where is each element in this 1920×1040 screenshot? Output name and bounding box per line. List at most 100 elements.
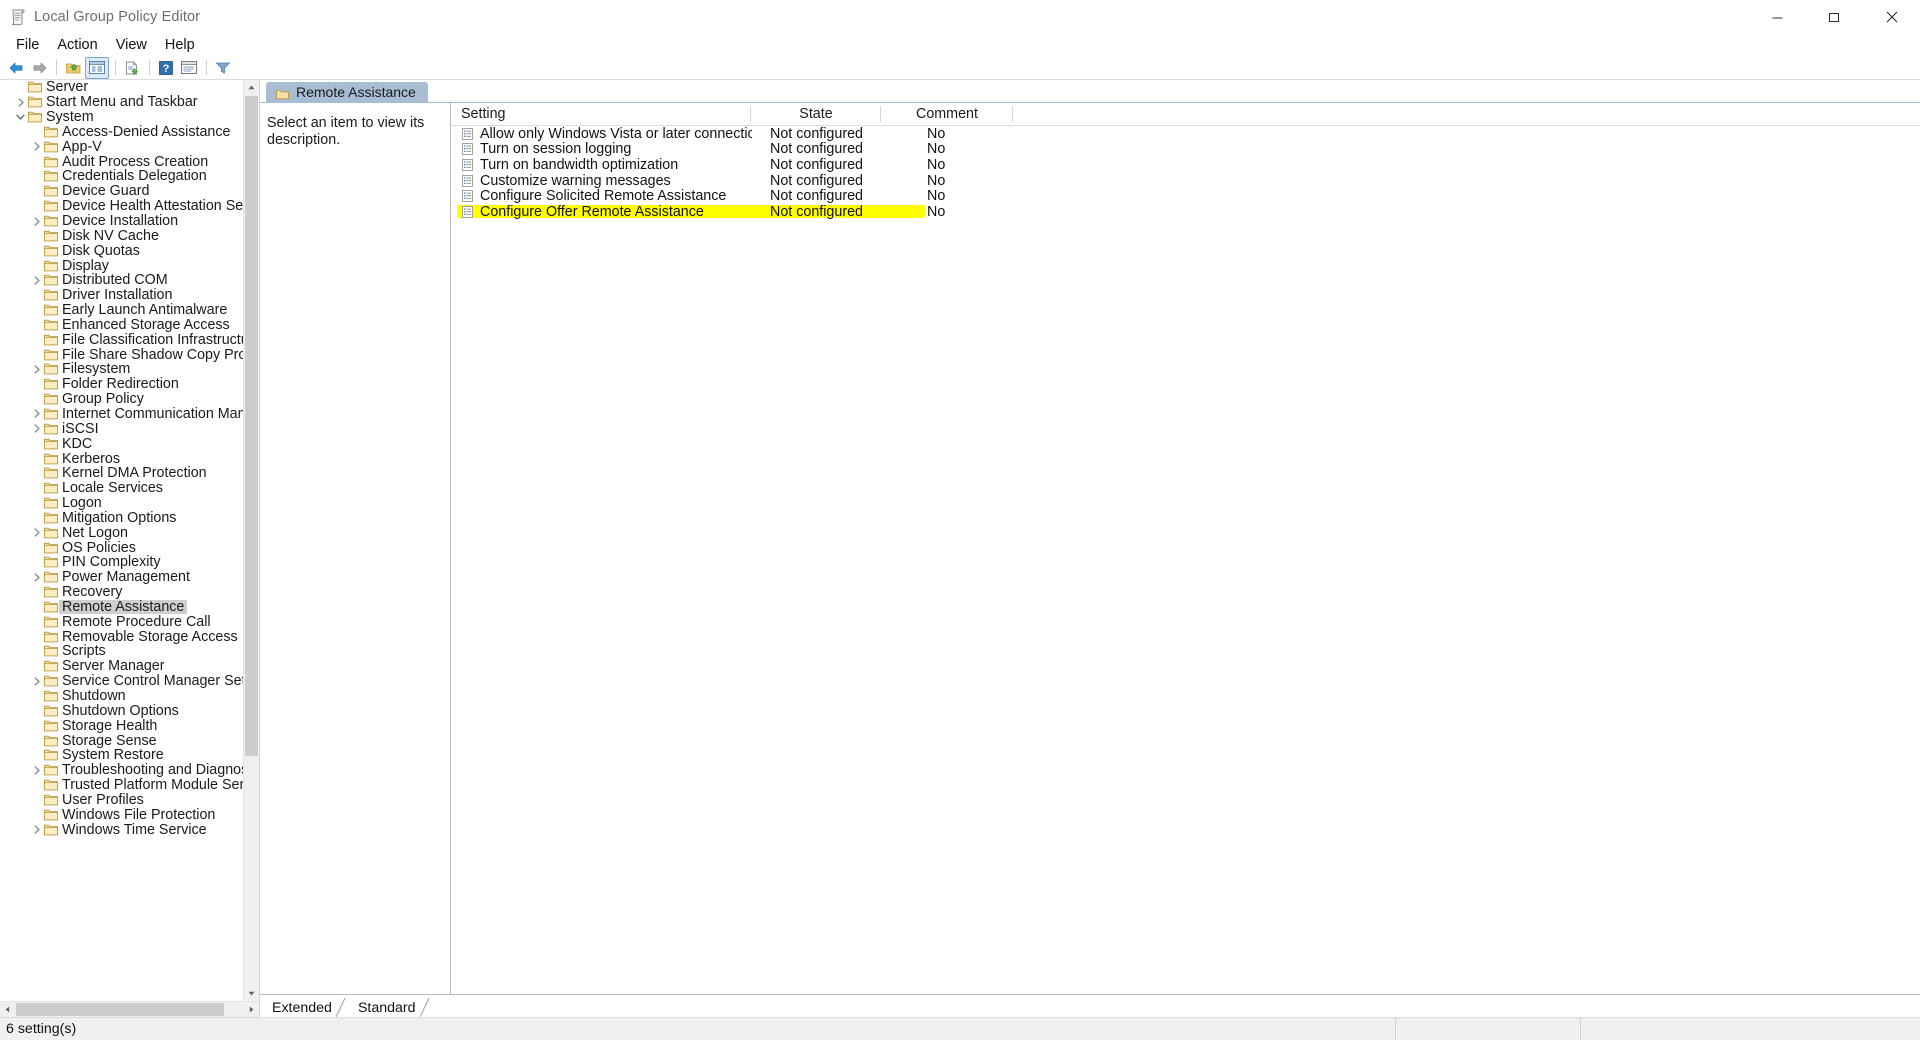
tree-item-disk-nv-cache[interactable]: Disk NV Cache [0,228,259,243]
tree-item-os-policies[interactable]: OS Policies [0,540,259,555]
tree-scroll-thumb[interactable] [245,96,258,756]
tree-item-device-guard[interactable]: Device Guard [0,184,259,199]
chevron-right-icon[interactable] [29,422,44,436]
tree-vertical-scrollbar[interactable] [243,80,259,1001]
column-header-state[interactable]: State [751,103,881,125]
chevron-right-icon[interactable] [29,140,44,154]
tree-item-remote-procedure-call[interactable]: Remote Procedure Call [0,614,259,629]
tree-item-storage-sense[interactable]: Storage Sense [0,733,259,748]
scroll-down-icon[interactable] [244,986,259,1001]
chevron-right-icon[interactable] [29,407,44,421]
tree-item-access-denied-assistance[interactable]: Access-Denied Assistance [0,125,259,140]
tree-item-locale-services[interactable]: Locale Services [0,481,259,496]
tree-item-internet-communication-management[interactable]: Internet Communication Management [0,407,259,422]
scroll-right-icon[interactable] [244,1002,259,1017]
tree-item-audit-process-creation[interactable]: Audit Process Creation [0,154,259,169]
chevron-right-icon[interactable] [29,674,44,688]
menu-action[interactable]: Action [48,34,106,56]
scroll-left-icon[interactable] [0,1002,15,1017]
table-row[interactable]: Configure Solicited Remote Assistance Not… [451,188,1920,204]
tree-item-display[interactable]: Display [0,258,259,273]
help-button[interactable]: ? [155,58,177,78]
back-button[interactable] [5,58,27,78]
tree-item-server[interactable]: Server [0,80,259,95]
tree-item-device-installation[interactable]: Device Installation [0,214,259,229]
tree-hscroll-thumb[interactable] [16,1003,224,1016]
minimize-button[interactable] [1749,0,1806,34]
column-divider[interactable] [1012,106,1013,122]
tree-item-windows-time-service[interactable]: Windows Time Service [0,822,259,837]
tree-item-early-launch-antimalware[interactable]: Early Launch Antimalware [0,303,259,318]
tree-item-service-control-manager-settings[interactable]: Service Control Manager Settings [0,674,259,689]
close-button[interactable] [1863,0,1920,34]
tree-item-mitigation-options[interactable]: Mitigation Options [0,510,259,525]
scroll-up-icon[interactable] [244,80,259,95]
tree-item-file-classification-infrastructure[interactable]: File Classification Infrastructure [0,332,259,347]
details-header-tab[interactable]: Remote Assistance [266,82,428,102]
tree-item-group-policy[interactable]: Group Policy [0,392,259,407]
tree-item-credentials-delegation[interactable]: Credentials Delegation [0,169,259,184]
tree-item-driver-installation[interactable]: Driver Installation [0,288,259,303]
tab-standard[interactable]: Standard [348,998,429,1017]
tree-item-scripts[interactable]: Scripts [0,644,259,659]
menu-file[interactable]: File [7,34,48,56]
chevron-right-icon[interactable] [29,214,44,228]
tree-horizontal-scrollbar[interactable] [0,1001,259,1017]
chevron-right-icon[interactable] [29,570,44,584]
forward-button[interactable] [28,58,50,78]
tree-item-kernel-dma-protection[interactable]: Kernel DMA Protection [0,466,259,481]
chevron-right-icon[interactable] [29,362,44,376]
table-row[interactable]: Customize warning messages Not configured… [451,173,1920,189]
tree-item-removable-storage-access[interactable]: Removable Storage Access [0,629,259,644]
tree-item-system-restore[interactable]: System Restore [0,748,259,763]
tree-item-enhanced-storage-access[interactable]: Enhanced Storage Access [0,318,259,333]
chevron-right-icon[interactable] [29,526,44,540]
chevron-down-icon[interactable] [13,110,28,124]
menu-help[interactable]: Help [156,34,204,56]
tree-item-windows-file-protection[interactable]: Windows File Protection [0,807,259,822]
menu-view[interactable]: View [107,34,156,56]
tree-item-device-health-attestation-service[interactable]: Device Health Attestation Service [0,199,259,214]
chevron-right-icon[interactable] [29,823,44,837]
tree-item-start-menu-and-taskbar[interactable]: Start Menu and Taskbar [0,95,259,110]
maximize-button[interactable] [1806,0,1863,34]
tree-item-shutdown[interactable]: Shutdown [0,689,259,704]
show-hide-action-pane-button[interactable] [178,58,200,78]
tree-item-distributed-com[interactable]: Distributed COM [0,273,259,288]
tree-item-disk-quotas[interactable]: Disk Quotas [0,243,259,258]
chevron-right-icon[interactable] [29,763,44,777]
filter-button[interactable] [212,58,234,78]
tree-item-storage-health[interactable]: Storage Health [0,718,259,733]
tree-item-pin-complexity[interactable]: PIN Complexity [0,555,259,570]
table-row[interactable]: Turn on session logging Not configured No [451,141,1920,157]
properties-button[interactable] [121,58,143,78]
tree-item-power-management[interactable]: Power Management [0,570,259,585]
tree-item-troubleshooting-and-diagnostics[interactable]: Troubleshooting and Diagnostics [0,763,259,778]
tree-item-net-logon[interactable]: Net Logon [0,525,259,540]
tree-item-filesystem[interactable]: Filesystem [0,362,259,377]
chevron-right-icon[interactable] [29,273,44,287]
tree-item-kdc[interactable]: KDC [0,436,259,451]
column-header-comment[interactable]: Comment [881,103,1013,125]
show-hide-console-tree-button[interactable] [85,56,109,79]
table-row[interactable]: Turn on bandwidth optimization Not config… [451,157,1920,173]
table-row[interactable]: Configure Offer Remote Assistance Not con… [451,204,1920,220]
tree-item-logon[interactable]: Logon [0,496,259,511]
table-row[interactable]: Allow only Windows Vista or later connec… [451,126,1920,142]
tree-item-system[interactable]: System [0,110,259,125]
tree-item-app-v[interactable]: App-V [0,139,259,154]
tree-item-trusted-platform-module-services[interactable]: Trusted Platform Module Services [0,778,259,793]
tree-item-user-profiles[interactable]: User Profiles [0,793,259,808]
tree-item-shutdown-options[interactable]: Shutdown Options [0,703,259,718]
tree-item-server-manager[interactable]: Server Manager [0,659,259,674]
tree-item-remote-assistance[interactable]: Remote Assistance [0,600,259,615]
tree-item-iscsi[interactable]: iSCSI [0,421,259,436]
column-header-setting[interactable]: Setting [451,103,751,125]
tree-item-recovery[interactable]: Recovery [0,585,259,600]
tab-extended[interactable]: Extended [262,998,346,1017]
chevron-right-icon[interactable] [13,95,28,109]
up-one-level-button[interactable] [62,58,84,78]
tree-item-folder-redirection[interactable]: Folder Redirection [0,377,259,392]
tree-item-kerberos[interactable]: Kerberos [0,451,259,466]
tree-item-file-share-shadow-copy-provider[interactable]: File Share Shadow Copy Provider [0,347,259,362]
